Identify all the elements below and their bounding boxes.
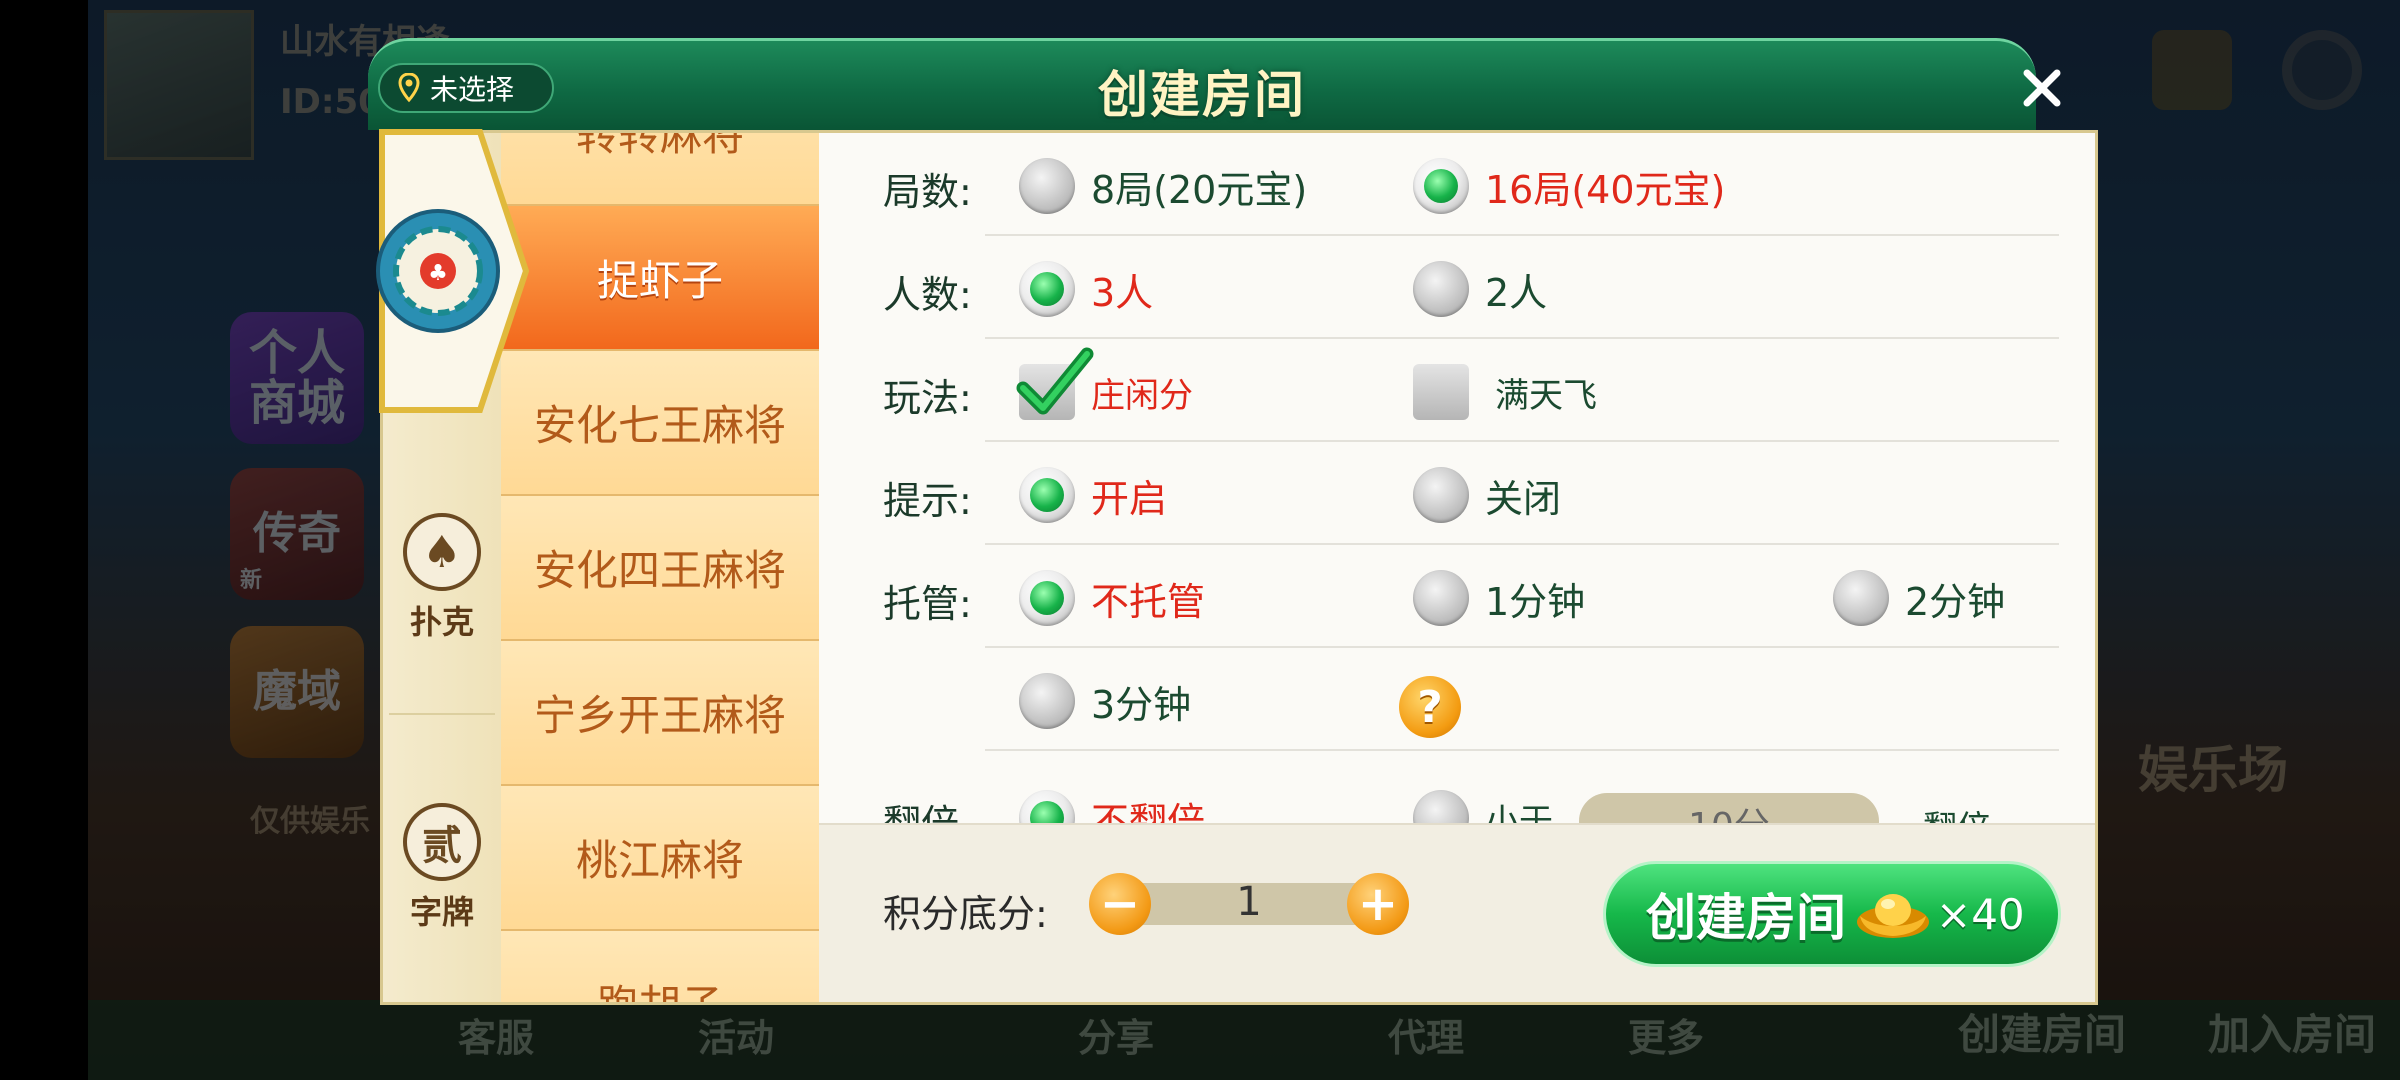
game-item[interactable]: 安化七王麻将 xyxy=(501,351,819,496)
options-panel: 局数: 8局(20元宝) 16局(40元宝) 人数: 3人 2人 玩法: 庄闲分… xyxy=(819,133,2095,1002)
location-label: 未选择 xyxy=(430,73,515,106)
spade-icon: ♠ xyxy=(403,513,481,591)
game-item[interactable]: 宁乡开王麻将 xyxy=(501,641,819,786)
option-text: 16局(40元宝) xyxy=(1485,167,1726,212)
category-zipai-label: 字牌 xyxy=(409,893,474,931)
close-icon xyxy=(2023,69,2061,107)
score-label: 积分底分: xyxy=(883,892,1048,936)
game-item-selected[interactable]: 捉虾子 xyxy=(501,206,819,351)
create-room-cost: ×40 xyxy=(1936,889,2025,939)
dialog-header: 创建房间 xyxy=(368,38,2036,130)
option-text: 3分钟 xyxy=(1091,682,1192,727)
radio-icon xyxy=(1413,790,1469,823)
hint-option-on[interactable]: 开启 xyxy=(1019,460,1167,530)
option-text: 不托管 xyxy=(1091,579,1206,624)
gold-ingot-icon xyxy=(1857,894,1929,938)
option-label: 局数: xyxy=(883,170,972,214)
option-row-rounds: 局数: 8局(20元宝) 16局(40元宝) xyxy=(819,133,2095,236)
radio-checked-icon xyxy=(1019,467,1075,523)
options-list: 局数: 8局(20元宝) 16局(40元宝) 人数: 3人 2人 玩法: 庄闲分… xyxy=(819,133,2095,823)
category-poker-label: 扑克 xyxy=(409,603,474,641)
game-item[interactable]: 跑胡子 xyxy=(501,931,819,1002)
checkbox-checked-icon xyxy=(1016,347,1094,420)
option-label: 翻倍 xyxy=(883,793,959,823)
location-selector[interactable]: 未选择 xyxy=(378,63,554,113)
category-zipai[interactable]: 贰 字牌 xyxy=(383,803,501,933)
radio-checked-icon xyxy=(1019,570,1075,626)
create-room-label: 创建房间 xyxy=(1646,889,1846,947)
option-label: 玩法: xyxy=(883,376,972,420)
radio-checked-icon xyxy=(1019,790,1075,823)
trustee-option-3min[interactable]: 3分钟 xyxy=(1019,666,1191,736)
option-text: 关闭 xyxy=(1485,476,1562,521)
trustee-option-none[interactable]: 不托管 xyxy=(1019,563,1205,633)
radio-icon xyxy=(1413,261,1469,317)
option-label: 人数: xyxy=(883,273,972,317)
help-icon[interactable]: ? xyxy=(1399,676,1461,738)
radio-icon xyxy=(1019,158,1075,214)
radio-checked-icon xyxy=(1413,158,1469,214)
score-value: 1 xyxy=(1236,879,1262,925)
option-text: 小于 xyxy=(1485,801,1553,824)
dialog-title: 创建房间 xyxy=(1098,66,1306,124)
option-row-trustee-more: 3分钟 ? xyxy=(819,648,2095,751)
game-item[interactable]: 桃江麻将 xyxy=(501,786,819,931)
options-footer: 积分底分: 1 − + 创建房间 ×40 xyxy=(819,823,2095,1002)
score-stepper: 1 − + xyxy=(1089,873,1409,935)
svg-text:♣: ♣ xyxy=(428,261,448,286)
trustee-option-1min[interactable]: 1分钟 xyxy=(1413,563,1585,633)
create-room-button[interactable]: 创建房间 ×40 xyxy=(1603,861,2061,967)
double-threshold-stepper[interactable]: 10分 xyxy=(1579,793,1879,823)
option-row-trustee: 托管: 不托管 1分钟 2分钟 xyxy=(819,545,2095,648)
radio-icon xyxy=(1833,570,1889,626)
double-option-none[interactable]: 不翻倍 xyxy=(1019,783,1205,823)
option-text: 2人 xyxy=(1485,270,1548,315)
option-row-hint: 提示: 开启 关闭 xyxy=(819,442,2095,545)
round-option-16[interactable]: 16局(40元宝) xyxy=(1413,151,1725,221)
trustee-option-2min[interactable]: 2分钟 xyxy=(1833,563,2005,633)
option-text: 2分钟 xyxy=(1905,579,2006,624)
option-label: 提示: xyxy=(883,479,972,523)
double-threshold-value: 10分 xyxy=(1579,797,1879,823)
option-row-double: 翻倍 不翻倍 小于 10分 翻倍 xyxy=(819,751,2095,823)
plus-button[interactable]: + xyxy=(1347,873,1409,935)
radio-icon xyxy=(1413,467,1469,523)
players-option-3[interactable]: 3人 xyxy=(1019,254,1153,324)
option-text: 1分钟 xyxy=(1485,579,1586,624)
minus-button[interactable]: − xyxy=(1089,873,1151,935)
option-text: 庄闲分 xyxy=(1091,375,1193,416)
radio-checked-icon xyxy=(1019,261,1075,317)
radio-icon xyxy=(1019,673,1075,729)
screen: 山水有相逢 ID:50 个人商城 传奇 新 魔域 仅供娱乐 娱乐场 客服 活动 … xyxy=(0,0,2400,1080)
option-text: 不翻倍 xyxy=(1091,799,1206,824)
category-mahjong[interactable]: ♣ xyxy=(376,126,532,416)
option-label: 托管: xyxy=(883,582,972,626)
option-row-play: 玩法: 庄闲分 满天飞 xyxy=(819,339,2095,442)
dialog-body: ♠ 扑克 贰 字牌 转转麻将 捉虾子 安化七王麻将 安化四王麻将 宁乡开王麻将 … xyxy=(380,130,2098,1005)
hint-option-off[interactable]: 关闭 xyxy=(1413,460,1561,530)
round-option-8[interactable]: 8局(20元宝) xyxy=(1019,151,1307,221)
option-text: 满天飞 xyxy=(1495,375,1597,416)
option-text: 8局(20元宝) xyxy=(1091,167,1308,212)
option-text: 开启 xyxy=(1091,476,1168,521)
play-option-zhuangxian[interactable]: 庄闲分 xyxy=(1016,347,1193,427)
location-pin-icon xyxy=(398,73,420,103)
character-tile-icon: 贰 xyxy=(403,803,481,881)
game-list: 转转麻将 捉虾子 安化七王麻将 安化四王麻将 宁乡开王麻将 桃江麻将 跑胡子 xyxy=(501,133,819,1002)
game-item[interactable]: 安化四王麻将 xyxy=(501,496,819,641)
play-option-mantianfei[interactable]: 满天飞 xyxy=(1413,357,1597,427)
option-text: 3人 xyxy=(1091,270,1154,315)
game-item[interactable]: 转转麻将 xyxy=(501,133,819,206)
close-button[interactable] xyxy=(2012,58,2072,118)
double-option-lessthan[interactable]: 小于 xyxy=(1413,783,1553,823)
rail-divider xyxy=(389,713,495,715)
double-option-label: 翻倍 xyxy=(1923,801,1991,823)
category-poker[interactable]: ♠ 扑克 xyxy=(383,513,501,643)
radio-icon xyxy=(1413,570,1469,626)
checkbox-icon xyxy=(1413,364,1469,420)
players-option-2[interactable]: 2人 xyxy=(1413,254,1547,324)
option-row-players: 人数: 3人 2人 xyxy=(819,236,2095,339)
